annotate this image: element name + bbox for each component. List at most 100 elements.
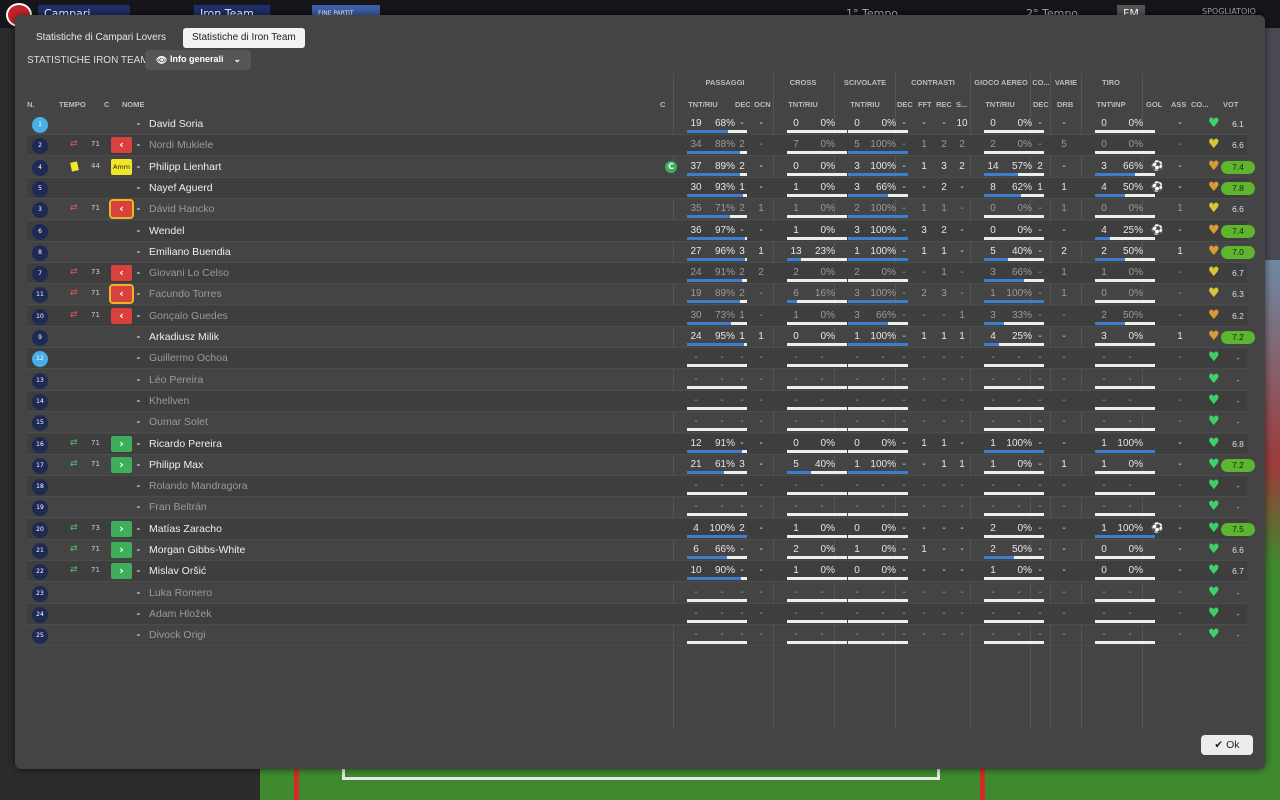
table-row[interactable]: 7 ⇄ 73 ‹ ◓ Giovani Lo Celso 24 91% 2 2 2 0% 2 0% - -1-3… bbox=[27, 263, 1247, 285]
player-name[interactable]: ◓ Nayef Aguerd bbox=[136, 182, 213, 194]
stat-rec: 2 bbox=[941, 139, 947, 151]
col-fft[interactable]: FFT bbox=[918, 100, 932, 109]
empty-stat: - bbox=[694, 501, 698, 513]
player-name[interactable]: ◓ Fran Beltrán bbox=[136, 501, 207, 513]
player-name[interactable]: ◓ Arkadiusz Milik bbox=[136, 331, 219, 343]
t-success: 0% bbox=[1128, 118, 1143, 129]
table-row[interactable]: 20 ⇄ 73 › ◓ Matías Zaracho 4 100% 2-1 0% 0 0% - - - -2 0… bbox=[27, 518, 1255, 540]
col-pass-ocn[interactable]: OCN bbox=[754, 100, 771, 109]
table-row[interactable]: 25 ◓ Divock Origi - - - - - - - - - - - - - - - - - - - ♥ - bbox=[27, 625, 1247, 647]
table-row[interactable]: 4 44 Amm ◓ Philipp Lienhart C 37 89% 2-0 0% 3 100% -… bbox=[27, 157, 1255, 178]
table-row[interactable]: 5 ◓ Nayef Aguerd 30 93% 1-1 0% 3 66% - -2-8 62% 1 1 4 5… bbox=[27, 177, 1255, 199]
stat-rec: 1 bbox=[941, 331, 947, 342]
col-s[interactable]: S... bbox=[956, 100, 967, 109]
p-bar bbox=[687, 577, 747, 581]
col-card[interactable]: C bbox=[104, 100, 109, 109]
tab-campari-lovers[interactable]: Statistiche di Campari Lovers bbox=[27, 28, 175, 48]
table-row[interactable]: 18 ◓ Rolando Mandragora - - - - - - - - - - - - - - - - - - -… bbox=[27, 476, 1247, 498]
table-row[interactable]: 6 ◓ Wendel 36 97% - -1 0% 3 100% -3 2-0 0% - -4 25% ⚽ - ♥ 7… bbox=[27, 220, 1255, 242]
col-goals[interactable]: GOL bbox=[1146, 100, 1162, 109]
table-row[interactable]: 17 ⇄ 71 › ◓ Philipp Max 21 61% 3-5 40% 1 100% - -1 1 1 0… bbox=[27, 455, 1255, 476]
table-row[interactable]: 11 ⇄ 71 ‹ ◓ Facundo Torres 19 89% 2-6 16% 3 100% -2 3… bbox=[27, 284, 1247, 306]
table-row[interactable]: 13 ◓ Léo Pereira - - - - - - - - - - - - - - - - - - - ♥ - bbox=[27, 370, 1247, 391]
col-time[interactable]: TEMPO bbox=[59, 100, 86, 109]
person-icon: ◓ bbox=[136, 546, 141, 555]
stat-s: 1 bbox=[959, 458, 965, 470]
empty-stat: - bbox=[1062, 394, 1066, 406]
table-row[interactable]: 16 ⇄ 71 › ◓ Ricardo Pereira 12 91% - -0 0% 0 0% -1 1-1… bbox=[27, 433, 1247, 455]
player-name[interactable]: ◓ Rolando Mandragora bbox=[136, 480, 248, 492]
player-name[interactable]: ◓ Luka Romero bbox=[136, 587, 212, 599]
table-row[interactable]: 23 ◓ Luka Romero - - - - - - - - - - - - - - - - - - - ♥ - bbox=[27, 583, 1247, 604]
table-row[interactable]: 2 ⇄ 71 ‹ ◓ Nordi Mukiele 34 88% 2-7 0% 5 100% -1 2 2 2 0… bbox=[27, 135, 1247, 157]
player-name[interactable]: ◓ Khellven bbox=[136, 395, 189, 407]
player-name[interactable]: ◓ David Soria bbox=[136, 118, 203, 130]
player-name[interactable]: ◓ Guillermo Ochoa bbox=[136, 352, 228, 364]
stat-s: - bbox=[960, 288, 964, 300]
player-name[interactable]: ◓ Philipp Max bbox=[136, 459, 203, 471]
info-dropdown[interactable]: 👁 Info generali ⌄ bbox=[145, 50, 251, 70]
col-rec[interactable]: REC bbox=[936, 100, 952, 109]
stat-rec: 1 bbox=[941, 267, 947, 279]
empty-stat: - bbox=[960, 586, 964, 598]
sc-bar bbox=[848, 534, 908, 538]
stat-ocn: - bbox=[759, 160, 763, 172]
ok-button[interactable]: ✔ Ok bbox=[1201, 735, 1253, 755]
empty-bar bbox=[687, 364, 747, 368]
p-success: 68% bbox=[714, 118, 735, 129]
col-aerial-dec[interactable]: DEC bbox=[1033, 100, 1049, 109]
player-name[interactable]: ◓ Wendel bbox=[136, 225, 184, 237]
col-contrast-dec[interactable]: DEC bbox=[897, 100, 913, 109]
table-row[interactable]: 8 ◓ Emiliano Buendia 27 96% 3 1 13 23% 1 100% -1 1-5… bbox=[27, 242, 1255, 263]
table-row[interactable]: 12 ◓ Guillermo Ochoa - - - - - - - - - - - - - - - - - - - ♥ - bbox=[27, 348, 1247, 370]
col-tackle-tnt[interactable]: TNT/RIU bbox=[845, 100, 885, 109]
col-number[interactable]: N. bbox=[27, 100, 35, 109]
sub-in-arrow-icon: ⇄ bbox=[70, 437, 78, 448]
table-row[interactable]: 14 ◓ Khellven - - - - - - - - - - - - - - - - - - - ♥ - bbox=[27, 390, 1247, 412]
tab-iron-team[interactable]: Statistiche di Iron Team bbox=[183, 28, 305, 48]
table-row[interactable]: 3 ⇄ 71 ‹ ◓ Dávid Hancko 35 71% 2 1 1 0% 2 100% -1 1-0 0%… bbox=[27, 199, 1247, 221]
table-row[interactable]: 24 ◓ Adam Hložek - - - - - - - - - - - - - - - - - - - ♥ - bbox=[27, 603, 1247, 625]
col-captain[interactable]: C bbox=[660, 100, 665, 109]
player-name[interactable]: ◓ Giovani Lo Celso bbox=[136, 267, 229, 279]
player-name[interactable]: ◓ Facundo Torres bbox=[136, 288, 222, 300]
table-row[interactable]: 9 ◓ Arkadiusz Milik 24 95% 1 1 0 0% 1 100% -1 1 1 4 25%… bbox=[27, 327, 1255, 348]
player-name[interactable]: ◓ Nordi Mukiele bbox=[136, 139, 213, 151]
player-name[interactable]: ◓ Divock Origi bbox=[136, 629, 206, 641]
player-name[interactable]: ◓ Philipp Lienhart bbox=[136, 161, 221, 173]
col-shots-tnt[interactable]: TNT\INP bbox=[1091, 100, 1131, 109]
col-assists[interactable]: ASS bbox=[1171, 100, 1186, 109]
player-name[interactable]: ◓ Léo Pereira bbox=[136, 374, 203, 386]
player-name[interactable]: ◓ Emiliano Buendia bbox=[136, 246, 231, 258]
table-row[interactable]: 1 ◓ David Soria 19 68% - -0 0% 0 0% - - -10 0 0% - -0 0% -… bbox=[27, 114, 1247, 135]
empty-stat: - bbox=[1102, 352, 1106, 364]
col-condition[interactable]: CO... bbox=[1191, 100, 1209, 109]
player-name[interactable]: ◓ Ricardo Pereira bbox=[136, 438, 222, 450]
col-vote[interactable]: VOT bbox=[1223, 100, 1238, 109]
col-aerial-tnt[interactable]: TNT/RIU bbox=[980, 100, 1020, 109]
player-name[interactable]: ◓ Morgan Gibbs-White bbox=[136, 544, 245, 556]
col-pass-dec[interactable]: DEC bbox=[735, 100, 751, 109]
player-name[interactable]: ◓ Mislav Oršić bbox=[136, 565, 206, 577]
table-row[interactable]: 15 ◓ Oumar Solet - - - - - - - - - - - - - - - - - - - ♥ - bbox=[27, 412, 1247, 434]
empty-stat: - bbox=[794, 416, 798, 428]
col-name[interactable]: NOME bbox=[122, 100, 145, 109]
player-name[interactable]: ◓ Oumar Solet bbox=[136, 416, 208, 428]
table-row[interactable]: 22 ⇄ 71 › ◓ Mislav Oršić 10 90% - -1 0% 0 0% - - - -1 0% -… bbox=[27, 561, 1247, 583]
table-row[interactable]: 19 ◓ Fran Beltrán - - - - - - - - - - - - - - - - - - - ♥ - bbox=[27, 497, 1247, 519]
table-row[interactable]: 21 ⇄ 71 › ◓ Morgan Gibbs-White 6 66% - -2 0% 1 0% -1-… bbox=[27, 540, 1247, 561]
stat-dec: 1 bbox=[739, 309, 745, 321]
col-dribbles[interactable]: DRB bbox=[1057, 100, 1073, 109]
col-pass-tnt[interactable]: TNT/RIU bbox=[683, 100, 723, 109]
table-row[interactable]: 10 ⇄ 71 ‹ ◓ Gonçalo Guedes 30 73% 1-1 0% 3 66% - - -1 3… bbox=[27, 305, 1247, 327]
player-name[interactable]: ◓ Adam Hložek bbox=[136, 608, 211, 620]
stat-drb: - bbox=[1062, 309, 1066, 321]
player-name[interactable]: ◓ Gonçalo Guedes bbox=[136, 310, 228, 322]
player-name[interactable]: ◓ Dávid Hancko bbox=[136, 203, 214, 215]
player-name[interactable]: ◓ Matías Zaracho bbox=[136, 523, 222, 535]
cr-attempts: 0 bbox=[793, 160, 799, 172]
col-cross-tnt[interactable]: TNT/RIU bbox=[783, 100, 823, 109]
cr-success: 40% bbox=[814, 458, 835, 470]
empty-bar bbox=[984, 364, 1044, 368]
p-attempts: 27 bbox=[690, 245, 702, 257]
